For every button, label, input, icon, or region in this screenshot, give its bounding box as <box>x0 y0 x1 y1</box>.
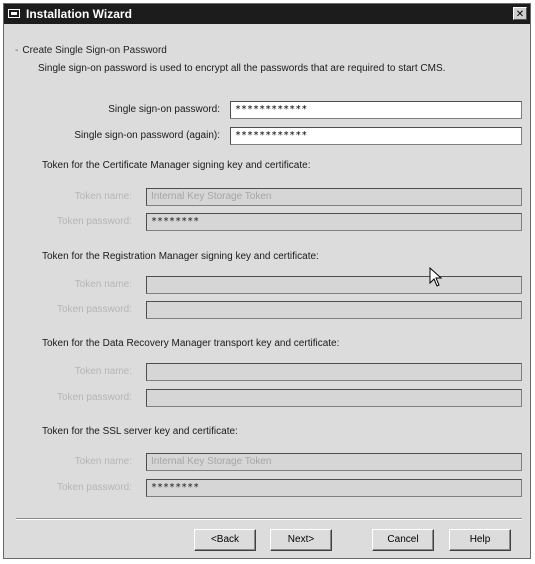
sso-password-again-label: Single sign-on password (again): <box>74 130 220 141</box>
registration-manager-token-password-label: Token password: <box>56 304 132 315</box>
description-text: Single sign-on password is used to encry… <box>38 63 446 74</box>
app-window-icon <box>8 9 20 18</box>
registration-manager-token-password-field[interactable] <box>146 301 522 319</box>
text-cursor-icon <box>429 267 443 287</box>
ssl-token-password-field[interactable]: ******** <box>146 479 522 497</box>
close-button[interactable]: ✕ <box>513 7 527 20</box>
sso-password-label: Single sign-on password: <box>108 104 220 115</box>
registration-manager-token-name-field[interactable] <box>146 276 522 294</box>
help-button[interactable]: Help <box>449 529 511 551</box>
installation-wizard-window: Installation Wizard ✕ - Create Single Sig… <box>3 3 531 559</box>
data-recovery-manager-heading: Token for the Data Recovery Manager tran… <box>42 338 340 349</box>
ssl-server-heading: Token for the SSL server key and certifi… <box>42 426 238 437</box>
cert-manager-heading: Token for the Certificate Manager signin… <box>42 160 311 171</box>
registration-manager-heading: Token for the Registration Manager signi… <box>42 251 319 262</box>
registration-manager-token-name-label: Token name: <box>74 279 132 290</box>
group-title-text: Create Single Sign-on Password <box>22 45 167 56</box>
cert-manager-token-name-field[interactable]: Internal Key Storage Token <box>146 188 522 206</box>
data-recovery-token-password-label: Token password: <box>56 392 132 403</box>
ssl-token-password-label: Token password: <box>56 482 132 493</box>
data-recovery-token-name-label: Token name: <box>74 366 132 377</box>
group-title: - Create Single Sign-on Password <box>15 45 167 56</box>
cancel-button[interactable]: Cancel <box>372 529 434 551</box>
window-title: Installation Wizard <box>26 7 132 21</box>
cert-manager-token-password-field[interactable]: ******** <box>146 213 522 231</box>
button-separator <box>16 518 522 520</box>
data-recovery-token-password-field[interactable] <box>146 389 522 407</box>
sso-password-again-field[interactable]: ************ <box>230 127 522 145</box>
group-title-rule: - <box>15 45 19 56</box>
sso-password-field[interactable]: ************ <box>230 101 522 119</box>
title-bar[interactable]: Installation Wizard ✕ <box>4 4 530 24</box>
back-button[interactable]: <Back <box>194 529 256 551</box>
cert-manager-token-name-label: Token name: <box>74 191 132 202</box>
ssl-token-name-field[interactable]: Internal Key Storage Token <box>146 453 522 471</box>
cert-manager-token-password-label: Token password: <box>56 216 132 227</box>
ssl-token-name-label: Token name: <box>74 456 132 467</box>
data-recovery-token-name-field[interactable] <box>146 363 522 381</box>
next-button[interactable]: Next> <box>270 529 332 551</box>
